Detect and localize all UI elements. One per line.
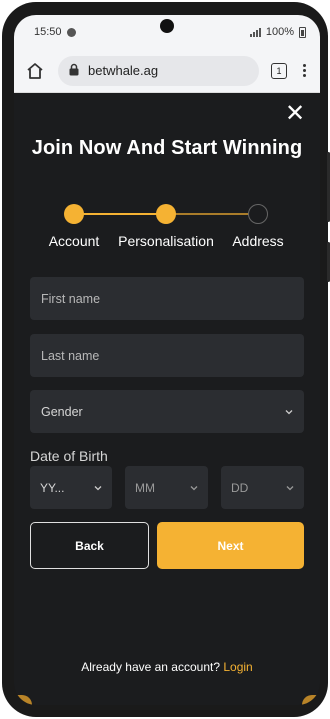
- gender-select[interactable]: Gender: [30, 390, 304, 433]
- battery-percent: 100%: [265, 26, 294, 38]
- dob-day-select[interactable]: DD: [221, 466, 304, 509]
- address-bar[interactable]: betwhale.ag: [58, 55, 259, 86]
- login-link[interactable]: Login: [223, 660, 252, 674]
- chevron-down-icon: [190, 485, 198, 490]
- status-left: 15:50: [34, 26, 76, 38]
- step-connector-1: [74, 213, 166, 215]
- chevron-down-icon: [94, 485, 102, 490]
- overflow-menu-icon[interactable]: [299, 64, 310, 77]
- step-address-label: Address: [232, 233, 284, 249]
- chevron-down-icon: [285, 409, 293, 414]
- step-account-dot: [64, 204, 84, 224]
- gender-value: Gender: [41, 404, 83, 419]
- browser-toolbar: betwhale.ag 1: [14, 49, 320, 93]
- step-personalisation-label: Personalisation: [118, 233, 214, 249]
- status-right: 100%: [249, 26, 306, 38]
- step-address-dot: [248, 204, 268, 224]
- battery-icon: [299, 26, 306, 38]
- login-prompt-text: Already have an account?: [81, 660, 221, 674]
- tabs-icon[interactable]: 1: [271, 62, 287, 79]
- back-button[interactable]: Back: [30, 522, 149, 569]
- lock-icon: [68, 63, 80, 79]
- progress-stepper: Account Personalisation Address: [14, 203, 320, 263]
- next-button[interactable]: Next: [157, 522, 304, 569]
- home-icon[interactable]: [24, 60, 46, 82]
- dob-month-value: MM: [135, 480, 155, 495]
- last-name-placeholder: Last name: [41, 348, 100, 363]
- first-name-placeholder: First name: [41, 291, 101, 306]
- signup-modal: ✕ Join Now And Start Winning Account Per…: [14, 93, 320, 705]
- bottom-accent: [14, 693, 320, 705]
- dob-year-value: YY...: [40, 480, 65, 495]
- dob-year-select[interactable]: YY...: [30, 466, 112, 509]
- camera-notch: [160, 19, 174, 33]
- status-bar: 15:50 100%: [14, 15, 320, 49]
- dob-label: Date of Birth: [30, 448, 108, 464]
- first-name-input[interactable]: First name: [30, 277, 304, 320]
- phone-frame: 15:50 100% betwhale.ag 1 ✕ Join Now And …: [2, 2, 330, 717]
- screen: 15:50 100% betwhale.ag 1 ✕ Join Now And …: [14, 15, 320, 705]
- close-icon[interactable]: ✕: [284, 102, 306, 126]
- login-prompt: Already have an account? Login: [14, 660, 320, 674]
- modal-title: Join Now And Start Winning: [31, 137, 303, 159]
- last-name-input[interactable]: Last name: [30, 334, 304, 377]
- dob-month-select[interactable]: MM: [125, 466, 208, 509]
- status-time: 15:50: [34, 26, 62, 38]
- chevron-down-icon: [286, 485, 294, 490]
- dob-day-value: DD: [231, 480, 249, 495]
- url-text: betwhale.ag: [88, 63, 159, 78]
- step-account-label: Account: [48, 233, 100, 249]
- notification-icon: [66, 27, 76, 37]
- step-personalisation-dot: [156, 204, 176, 224]
- signal-icon: [249, 27, 261, 37]
- step-connector-2: [166, 213, 258, 215]
